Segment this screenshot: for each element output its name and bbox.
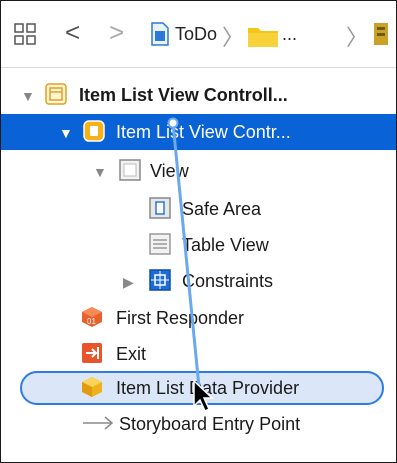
constraints-label: Constraints [182, 271, 274, 291]
outline-row-view[interactable]: ▼ View [1, 153, 396, 189]
safe-area-icon [149, 197, 171, 219]
object-cube-icon [82, 377, 102, 397]
storyboard-icon[interactable] [374, 23, 388, 45]
folder-icon[interactable] [248, 25, 278, 47]
view-icon [119, 159, 141, 181]
outline-row-first-responder[interactable]: 01 First Responder [1, 300, 396, 336]
disclosure-triangle-icon[interactable]: ▼ [93, 164, 107, 180]
swift-file-icon[interactable] [151, 22, 169, 46]
safe-area-label: Safe Area [182, 199, 262, 219]
outline-row-data-provider[interactable]: Item List Data Provider [1, 370, 396, 406]
outline-row-constraints[interactable]: ▶ Constraints [1, 263, 396, 299]
constraints-icon [149, 269, 171, 291]
outline-row-table-view[interactable]: Table View [1, 227, 396, 263]
data-provider-label: Item List Data Provider [116, 378, 300, 398]
first-responder-label: First Responder [116, 308, 245, 328]
forward-chevron-icon[interactable]: > [109, 17, 124, 47]
disclosure-triangle-icon[interactable]: ▼ [21, 88, 35, 104]
view-controller-label: Item List View Contr... [116, 122, 291, 142]
outline-row-safe-area[interactable]: Safe Area [1, 191, 396, 227]
breadcrumb-ellipsis[interactable]: ... [282, 24, 297, 45]
grid-icon[interactable] [14, 23, 36, 45]
breadcrumb-separator-2: 〉 [346, 25, 369, 50]
jump-bar: < > ToDo 〉 ... 〉 [1, 1, 396, 68]
disclosure-triangle-icon[interactable]: ▼ [59, 125, 73, 141]
table-view-label: Table View [182, 235, 269, 255]
arrow-icon [83, 416, 114, 430]
outline-row-view-controller[interactable]: ▼ Item List View Contr... [1, 114, 396, 150]
scene-label: Item List View Controll... [79, 85, 288, 105]
entry-point-label: Storyboard Entry Point [119, 414, 301, 434]
view-label: View [150, 161, 189, 181]
scene-icon [45, 83, 67, 105]
first-responder-icon: 01 [82, 307, 102, 327]
breadcrumb-separator: 〉 [222, 25, 245, 50]
exit-icon [82, 343, 102, 363]
table-view-icon [149, 233, 171, 255]
back-chevron-icon[interactable]: < [65, 17, 80, 47]
outline-row-scene[interactable]: ▼ Item List View Controll... [1, 77, 396, 113]
outline-row-entry-point[interactable]: Storyboard Entry Point [1, 406, 396, 442]
project-breadcrumb[interactable]: ToDo [175, 24, 217, 45]
document-outline-panel: < > ToDo 〉 ... 〉 ▼ Item List View Contro… [0, 0, 397, 463]
exit-label: Exit [116, 344, 147, 364]
outline-row-exit[interactable]: Exit [1, 336, 396, 372]
svg-text:01: 01 [87, 317, 96, 326]
disclosure-triangle-collapsed-icon[interactable]: ▶ [123, 274, 134, 291]
view-controller-icon [83, 120, 105, 142]
